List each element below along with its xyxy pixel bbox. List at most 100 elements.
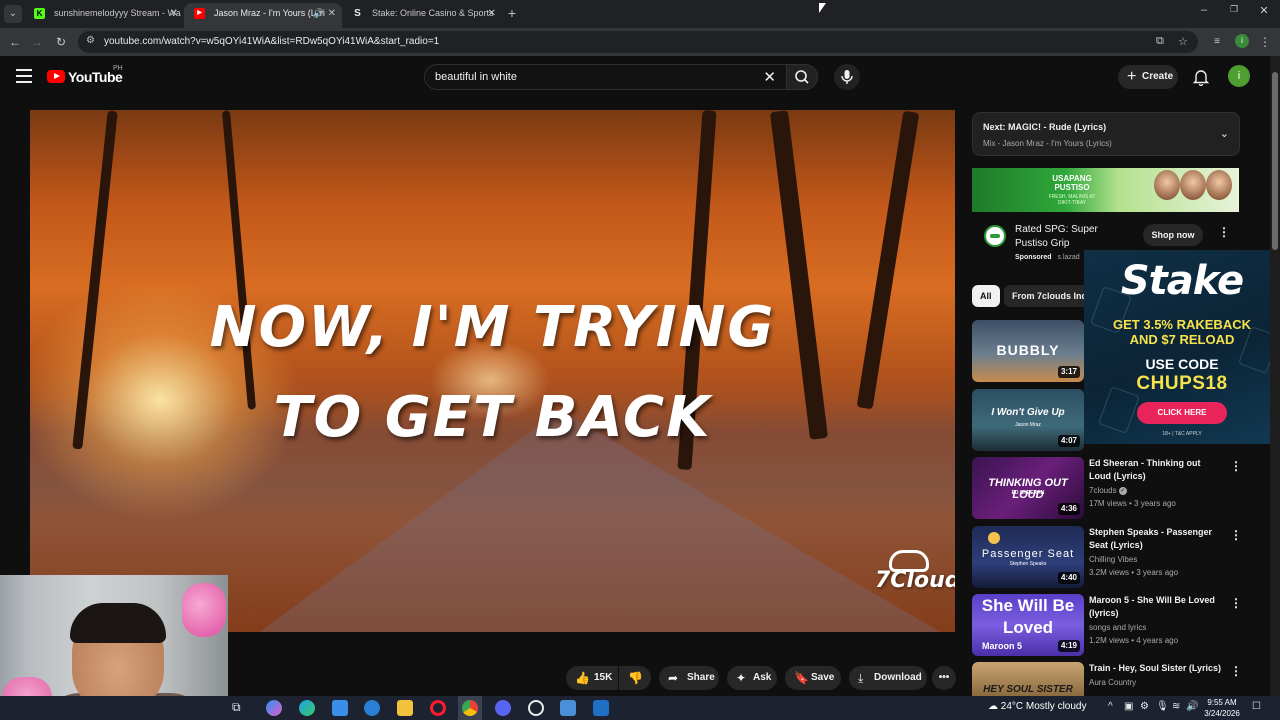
media-control-icon[interactable]: ≡ (1208, 33, 1226, 51)
tray-app-icon[interactable]: ▣ (1124, 701, 1133, 712)
ad-banner-image[interactable]: USAPANG PUSTISO FRESH, MALINIS AT DIKIT-… (972, 168, 1239, 212)
tab-kick-stream[interactable]: K sunshinemelodyyy Stream - Wa ✕ (24, 3, 184, 28)
microphone-tray-icon[interactable]: 🎙 (1156, 701, 1169, 712)
edge-icon[interactable] (299, 700, 315, 716)
url-field[interactable]: ⚙ youtube.com/watch?v=w5qOYi41WiA&list=R… (78, 31, 1198, 53)
more-actions-button[interactable]: ••• (932, 666, 956, 690)
task-view-icon[interactable]: ⧉ (232, 700, 248, 716)
tab-search-icon[interactable]: ⌄ (4, 5, 22, 23)
search-button[interactable] (786, 64, 818, 90)
back-icon[interactable]: ← (6, 33, 24, 51)
chevron-up-icon[interactable]: ^ (1108, 701, 1113, 712)
account-avatar[interactable]: i (1228, 65, 1250, 87)
video-thumbnail[interactable]: I Won't Give Up Jason Mraz 4:07 (972, 389, 1084, 451)
channel-text: 7clouds (1089, 486, 1117, 495)
ad-model (1180, 170, 1206, 200)
video-options-icon[interactable]: ⋮ (1230, 460, 1242, 472)
channel-name[interactable]: Chilling Vibes (1089, 555, 1137, 564)
video-options-icon[interactable]: ⋮ (1230, 529, 1242, 541)
calculator-icon[interactable] (560, 700, 576, 716)
voice-search-button[interactable] (834, 64, 860, 90)
channel-name[interactable]: Aura Country (1089, 678, 1136, 687)
video-player[interactable]: NOW, I'M TRYING TO GET BACK 7Clouds (30, 110, 955, 632)
obs-icon[interactable] (528, 700, 544, 716)
scrollbar-thumb[interactable] (1272, 72, 1278, 250)
thumbs-up-icon: 👍 (575, 671, 590, 685)
video-options-icon[interactable]: ⋮ (1230, 597, 1242, 609)
search-input[interactable]: beautiful in white ✕ (424, 64, 786, 90)
reload-icon[interactable]: ↻ (52, 33, 70, 51)
install-app-icon[interactable]: ⧉ (1156, 35, 1164, 48)
close-tab-icon[interactable]: ✕ (328, 3, 336, 24)
opera-icon[interactable] (430, 700, 446, 716)
profile-avatar[interactable]: i (1235, 34, 1249, 48)
save-button[interactable]: 🔖 Save (785, 666, 841, 690)
store-icon[interactable] (332, 700, 348, 716)
video-thumbnail[interactable]: BUBBLY 3:17 (972, 320, 1084, 382)
video-title[interactable]: Stephen Speaks - Passenger Seat (Lyrics) (1089, 526, 1224, 552)
dislike-button[interactable]: 👎 (619, 666, 651, 690)
video-title[interactable]: Maroon 5 - She Will Be Loved (lyrics) (1089, 594, 1224, 620)
next-title: Next: MAGIC! - Rude (Lyrics) (983, 122, 1107, 132)
chrome-icon[interactable] (462, 700, 478, 716)
site-info-icon[interactable]: ⚙ (86, 35, 95, 46)
like-button[interactable]: 👍 15K (566, 666, 618, 690)
window-close-icon[interactable]: ✕ (1256, 4, 1272, 17)
menu-icon[interactable] (16, 69, 32, 83)
share-button[interactable]: ➦ Share (659, 666, 719, 690)
video-stats: 17M views • 3 years ago (1089, 499, 1176, 508)
browser-tab-bar: ⌄ K sunshinemelodyyy Stream - Wa ✕ ▶ Jas… (0, 0, 1280, 28)
gear-icon[interactable]: ⚙ (1140, 701, 1149, 712)
app-icon[interactable] (364, 700, 380, 716)
shop-now-button[interactable]: Shop now (1143, 224, 1203, 246)
video-thumbnail[interactable]: HEY SOUL SISTER (972, 662, 1084, 696)
video-title[interactable]: Ed Sheeran - Thinking out Loud (Lyrics) (1089, 457, 1224, 483)
tab-stake[interactable]: S Stake: Online Casino & Sports ✕ (342, 3, 502, 28)
country-code: PH (113, 65, 123, 72)
speaker-icon[interactable]: 🔊 (313, 3, 324, 24)
forward-icon[interactable]: → (28, 33, 46, 51)
window-app-icon[interactable] (593, 700, 609, 716)
close-tab-icon[interactable]: ✕ (488, 3, 496, 24)
file-explorer-icon[interactable] (397, 700, 413, 716)
chip-all[interactable]: All (972, 285, 1000, 307)
video-thumbnail[interactable]: Passenger Seat Stephen Speaks 4:40 (972, 526, 1084, 588)
video-thumbnail[interactable]: She Will Be Loved Maroon 5 4:19 (972, 594, 1084, 656)
weather-widget[interactable]: ☁ 24°C Mostly cloudy (988, 701, 1086, 712)
ad-options-icon[interactable]: ⋮ (1218, 226, 1230, 238)
chevron-down-icon[interactable]: ⌄ (1220, 127, 1229, 140)
copilot-icon[interactable] (266, 700, 282, 716)
ad-title[interactable]: Rated SPG: Super Pustiso Grip (1015, 223, 1125, 251)
taskbar-clock[interactable]: 9:55 AM 3/24/2026 (1200, 697, 1244, 719)
notifications-button[interactable] (1192, 68, 1210, 91)
create-button[interactable]: + Create (1118, 65, 1178, 89)
volume-icon[interactable]: 🔊 (1186, 701, 1198, 712)
tab-youtube[interactable]: ▶ Jason Mraz - I'm Yours (Lyri 🔊 ✕ (184, 3, 342, 28)
download-button[interactable]: ⤓ Download (849, 666, 927, 690)
duration-badge: 4:40 (1057, 572, 1080, 584)
channel-name[interactable]: songs and lyrics (1089, 623, 1146, 632)
windows-taskbar: ⧉ ☁ 24°C Mostly cloudy ^ ▣ ⚙ 🎙 ≋ 🔊 9:55 … (0, 696, 1280, 720)
channel-name[interactable]: 7clouds ✓ (1089, 486, 1127, 495)
stake-overlay-ad[interactable]: Stake GET 3.5% RAKEBACK AND $7 RELOAD US… (1084, 250, 1280, 444)
mouse-cursor (819, 3, 826, 13)
restore-icon[interactable]: ❐ (1226, 4, 1242, 15)
browser-menu-icon[interactable]: ⋮ (1256, 33, 1274, 51)
video-title[interactable]: Train - Hey, Soul Sister (Lyrics) (1089, 662, 1224, 675)
discord-icon[interactable] (495, 700, 511, 716)
minimize-icon[interactable]: – (1196, 4, 1212, 16)
video-thumbnail[interactable]: THINKING OUT LOUD ED SHEERAN 4:36 (972, 457, 1084, 519)
advertiser-logo[interactable] (984, 225, 1006, 247)
wifi-icon[interactable]: ≋ (1172, 701, 1180, 712)
new-tab-button[interactable]: + (505, 3, 519, 23)
clear-search-icon[interactable]: ✕ (763, 68, 776, 86)
video-stats: 1.2M views • 4 years ago (1089, 636, 1179, 645)
notification-center-icon[interactable]: ☐ (1252, 701, 1261, 712)
video-options-icon[interactable]: ⋮ (1230, 665, 1242, 677)
close-tab-icon[interactable]: ✕ (170, 3, 178, 24)
playlist-next-panel[interactable]: Next: MAGIC! - Rude (Lyrics) Mix - Jason… (972, 112, 1240, 156)
bookmark-star-icon[interactable]: ☆ (1178, 35, 1188, 48)
chip-from-7clouds[interactable]: From 7clouds Ind (1004, 285, 1096, 307)
stake-click-here-button[interactable]: CLICK HERE (1137, 402, 1227, 424)
ask-button[interactable]: ✦ Ask (727, 666, 777, 690)
